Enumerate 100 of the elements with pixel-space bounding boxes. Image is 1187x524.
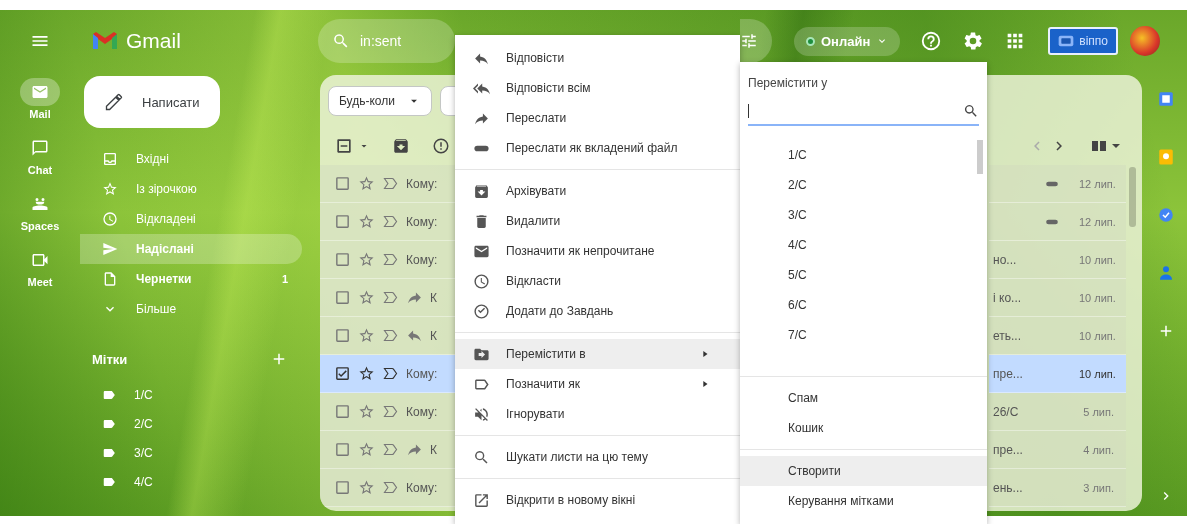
star-icon[interactable] [358,213,375,230]
folder-option[interactable]: 7/C [740,320,987,350]
send-icon [102,241,118,257]
recipient: Кому: [406,176,438,191]
star-icon[interactable] [358,251,375,268]
help-icon[interactable] [920,30,943,52]
menu-item[interactable]: Переслати як вкладений файл [455,133,740,163]
search-options-button[interactable] [740,19,772,63]
star-icon[interactable] [358,289,375,306]
label-item[interactable]: 4/C [80,467,302,496]
email-date: 12 лип. [1079,215,1117,228]
account-button[interactable]: віппо [1048,27,1118,55]
clock-icon [102,211,118,227]
email-row-details[interactable]: пре... 4 лип. [989,431,1126,469]
folder-option[interactable]: 2/C [740,170,987,200]
folder-option[interactable]: 3/C [740,200,987,230]
labels-heading: Мітки [92,351,128,367]
email-row-details[interactable]: еть... 10 лип. [989,317,1126,355]
label-item[interactable]: 3/C [80,438,302,467]
checkbox-icon[interactable] [334,441,351,458]
archive-icon [392,137,410,155]
split-view-icon[interactable] [1090,138,1120,154]
clock-icon [473,272,490,290]
email-date: 10 лип. [1079,253,1117,266]
email-row-details[interactable]: і ко... 10 лип. [989,279,1126,317]
importance-marker-icon[interactable] [382,175,399,192]
menu-item[interactable]: Відповісти [455,43,740,73]
email-row-details[interactable]: ень... 3 лип. [989,469,1126,507]
video-camera-icon [31,251,49,269]
star-icon [102,181,118,197]
email-snippet: і ко... [993,290,1022,305]
email-date: 10 лип. [1079,291,1117,304]
importance-marker-icon[interactable] [382,479,399,496]
email-date: 3 лип. [1082,481,1115,494]
importance-marker-icon[interactable] [382,441,399,458]
star-icon[interactable] [358,403,375,420]
email-snippet: пре... [993,366,1023,381]
email-date: 10 лип. [1079,367,1117,380]
pencil-icon [104,92,124,112]
menu-item[interactable]: Відповісти всім [455,73,740,103]
compose-button[interactable]: Написати [84,76,220,128]
importance-marker-icon[interactable] [382,289,399,306]
filter-sliders-icon[interactable] [740,32,758,50]
email-row-details[interactable]: пре... 10 лип. [989,355,1126,393]
recipient: К [430,442,437,457]
menu-item[interactable]: Перемістити в [455,339,740,369]
search-icon [473,448,490,466]
open-in-new-icon [473,491,490,509]
recipient: Кому: [406,252,438,267]
screen-icon [1058,34,1075,48]
importance-marker-icon[interactable] [382,251,399,268]
checkbox-icon[interactable] [334,175,351,192]
label-item[interactable]: 2/C [80,409,302,438]
checkbox-icon[interactable] [334,479,351,496]
email-row-details[interactable]: 26/C 5 лип. [989,393,1126,431]
filter-dropdown[interactable]: Будь-коли [328,86,432,116]
checkbox-icon[interactable] [334,327,351,344]
star-icon[interactable] [358,327,375,344]
email-row-details[interactable]: 12 лип. [989,165,1126,203]
star-icon[interactable] [358,365,375,382]
folder-option[interactable]: Спам [740,383,987,413]
checkbox-icon[interactable] [334,289,351,306]
importance-marker-icon[interactable] [382,365,399,382]
checkbox-checked-icon[interactable] [334,365,351,382]
select-checkbox-icon[interactable] [334,136,354,156]
menu-action[interactable]: Керування мітками [740,486,987,516]
folder-option[interactable]: 4/C [740,230,987,260]
folder-option[interactable]: 5/C [740,260,987,290]
email-row-details[interactable]: 12 лип. [989,203,1126,241]
lightbulb-note-icon[interactable] [1156,148,1175,166]
importance-marker-icon[interactable] [382,213,399,230]
folder-option[interactable]: Кошик [740,413,987,443]
email-date: 5 лип. [1082,405,1115,418]
recipient: Кому: [406,480,438,495]
menu-action[interactable]: Створити [740,456,987,486]
email-date: 4 лип. [1082,443,1115,456]
importance-marker-icon[interactable] [382,327,399,344]
tasks-icon[interactable] [1156,206,1175,224]
search-icon [963,103,979,119]
scrollbar[interactable] [977,140,983,174]
folder-option[interactable]: 1/C [740,140,987,170]
star-icon[interactable] [358,175,375,192]
folder-option[interactable]: 6/C [740,290,987,320]
star-icon[interactable] [358,441,375,458]
menu-item[interactable]: Переслати [455,103,740,133]
report-icon[interactable] [432,137,450,155]
email-row-details[interactable]: но... 10 лип. [989,241,1126,279]
settings-icon[interactable] [962,30,985,52]
star-icon[interactable] [358,479,375,496]
checkbox-icon[interactable] [334,251,351,268]
avatar[interactable] [1130,26,1160,56]
scrollbar[interactable] [1129,167,1136,227]
checkbox-icon[interactable] [334,403,351,420]
calendar-icon[interactable] [1156,90,1175,108]
recipient: К [430,328,437,343]
menu-title: Перемістити у [747,76,829,90]
email-date: 12 лип. [1079,177,1117,190]
email-date: 10 лип. [1079,329,1117,342]
checkbox-icon[interactable] [334,213,351,230]
importance-marker-icon[interactable] [382,403,399,420]
